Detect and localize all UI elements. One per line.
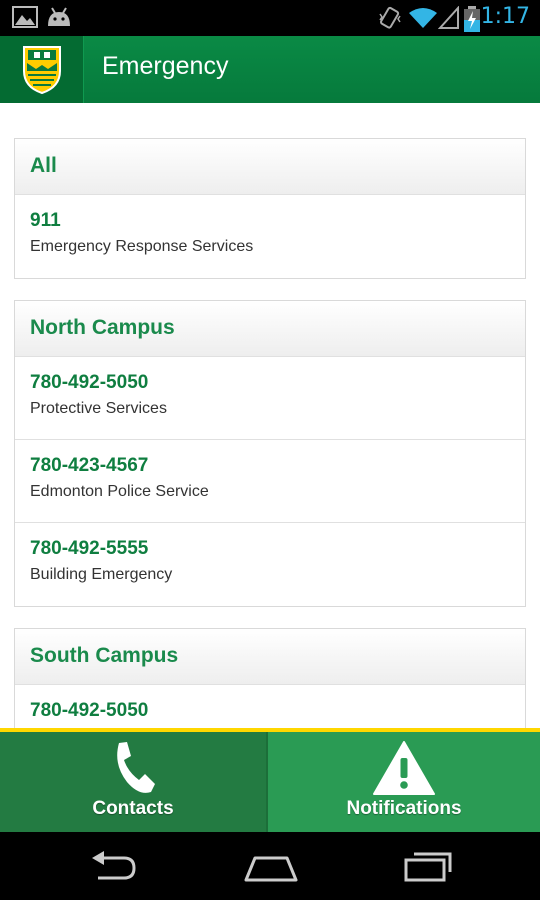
back-icon[interactable] — [88, 850, 138, 889]
page-title: Emergency — [102, 52, 229, 80]
recent-apps-icon[interactable] — [404, 850, 454, 889]
contact-phone: 780-423-4567 — [30, 455, 149, 476]
bottom-tab-bar: Contacts Notifications — [0, 732, 540, 832]
contact-entry[interactable]: 780-492-5050 — [15, 685, 525, 728]
tab-label: Contacts — [92, 798, 174, 819]
tab-label: Notifications — [346, 798, 462, 819]
contact-label: Edmonton Police Service — [30, 483, 209, 500]
contact-entry[interactable]: 780-492-5050 Protective Services — [15, 357, 525, 440]
signal-icon — [437, 5, 460, 35]
section-south-campus: South Campus 780-492-5050 — [14, 628, 526, 728]
image-icon — [12, 6, 38, 33]
screen: 1:17 Emergency All 911 Emergency Respons… — [0, 0, 540, 900]
section-title: All — [30, 154, 57, 177]
section-header: North Campus — [15, 301, 525, 357]
android-icon — [46, 6, 72, 33]
navigation-bar — [0, 832, 540, 900]
section-north-campus: North Campus 780-492-5050 Protective Ser… — [14, 300, 526, 607]
tab-notifications[interactable]: Notifications — [266, 732, 540, 832]
app-logo-button[interactable] — [0, 36, 84, 103]
contact-label: Protective Services — [30, 400, 167, 417]
section-all: All 911 Emergency Response Services — [14, 138, 526, 279]
tab-contacts[interactable]: Contacts — [0, 732, 266, 832]
contact-entry[interactable]: 780-492-5555 Building Emergency — [15, 523, 525, 606]
contact-label: Building Emergency — [30, 566, 173, 583]
wifi-icon — [408, 6, 438, 35]
emergency-contact-list[interactable]: All 911 Emergency Response Services Nort… — [0, 103, 540, 728]
status-bar: 1:17 — [0, 0, 540, 36]
section-header: All — [15, 139, 525, 195]
vibrate-icon — [378, 6, 402, 35]
contact-label: Emergency Response Services — [30, 238, 254, 255]
battery-charging-icon — [464, 6, 480, 37]
contact-phone: 780-492-5050 — [30, 700, 149, 721]
section-header: South Campus — [15, 629, 525, 685]
home-icon[interactable] — [243, 850, 299, 889]
warning-icon — [372, 740, 436, 801]
status-time: 1:17 — [480, 4, 530, 29]
section-title: South Campus — [30, 644, 179, 667]
action-bar: Emergency — [0, 36, 540, 103]
section-title: North Campus — [30, 316, 175, 339]
contact-entry[interactable]: 780-423-4567 Edmonton Police Service — [15, 440, 525, 523]
contact-phone: 780-492-5050 — [30, 372, 149, 393]
contact-phone: 780-492-5555 — [30, 538, 149, 559]
contact-entry[interactable]: 911 Emergency Response Services — [15, 195, 525, 278]
phone-icon — [109, 740, 157, 801]
contact-phone: 911 — [30, 210, 61, 231]
